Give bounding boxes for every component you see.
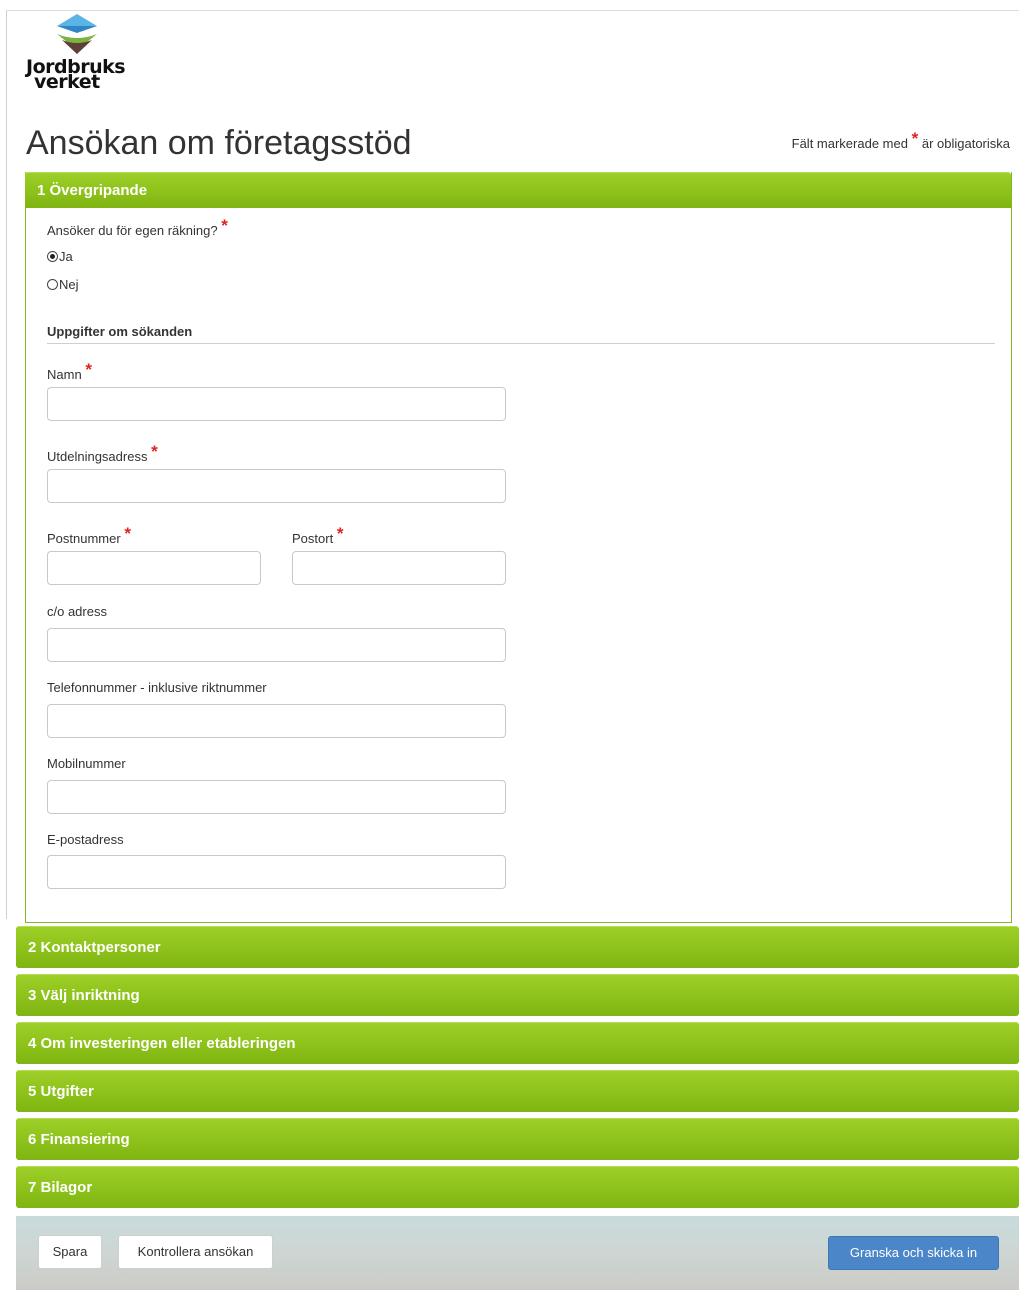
utdelningsadress-input[interactable] <box>47 469 506 503</box>
required-note: Fält markerade med * är obligatoriska <box>791 129 1010 153</box>
telefon-label: Telefonnummer - inklusive riktnummer <box>47 680 267 695</box>
radio-ja-indicator[interactable] <box>47 251 58 262</box>
review-and-submit-button[interactable]: Granska och skicka in <box>828 1236 999 1270</box>
section-6-header[interactable]: 6 Finansiering <box>16 1118 1019 1160</box>
namn-label: Namn * <box>47 360 92 384</box>
mobil-input[interactable] <box>47 780 506 814</box>
postort-label: Postort * <box>292 524 343 548</box>
telefon-input[interactable] <box>47 704 506 738</box>
required-star: * <box>336 524 344 543</box>
logo-wordmark: Jordbruks verket <box>26 58 126 92</box>
radio-nej-indicator[interactable] <box>47 279 58 290</box>
required-star: * <box>85 360 92 379</box>
section-4-header[interactable]: 4 Om investeringen eller etableringen <box>16 1022 1019 1064</box>
namn-label-text: Namn <box>47 367 82 382</box>
mobil-label: Mobilnummer <box>47 756 126 771</box>
section-3-header[interactable]: 3 Välj inriktning <box>16 974 1019 1016</box>
radio-ja-label: Ja <box>59 249 73 264</box>
postort-input[interactable] <box>292 551 506 585</box>
postort-label-text: Postort <box>292 531 334 546</box>
page-title: Ansökan om företagsstöd <box>26 124 412 162</box>
required-star: * <box>221 216 228 235</box>
section-7-header[interactable]: 7 Bilagor <box>16 1166 1019 1208</box>
postnummer-label: Postnummer * <box>47 524 131 548</box>
postnummer-label-text: Postnummer <box>47 531 121 546</box>
co-adress-label: c/o adress <box>47 604 107 619</box>
radio-nej-label: Nej <box>59 277 79 292</box>
epost-input[interactable] <box>47 855 506 889</box>
required-note-text: Fält markerade med <box>791 136 908 151</box>
self-account-question-label: Ansöker du för egen räkning? * <box>47 216 228 240</box>
namn-input[interactable] <box>47 387 506 421</box>
epost-label: E-postadress <box>47 832 124 847</box>
self-account-question: Ansöker du för egen räkning? <box>47 223 218 238</box>
check-application-button[interactable]: Kontrollera ansökan <box>118 1235 273 1269</box>
required-star: * <box>151 442 158 461</box>
save-button[interactable]: Spara <box>38 1235 102 1269</box>
divider <box>47 343 995 344</box>
section-1-header[interactable]: 1 Övergripande <box>25 172 1011 208</box>
required-star: * <box>911 129 919 148</box>
utdelningsadress-label-text: Utdelningsadress <box>47 449 148 464</box>
postnummer-input[interactable] <box>47 551 261 585</box>
applicant-subheading: Uppgifter om sökanden <box>47 324 193 339</box>
section-5-header[interactable]: 5 Utgifter <box>16 1070 1019 1112</box>
utdelningsadress-label: Utdelningsadress * <box>47 442 158 466</box>
required-star: * <box>124 524 131 543</box>
required-note-text-after: är obligatoriska <box>921 136 1010 151</box>
radio-ja[interactable]: Ja <box>47 249 73 264</box>
co-adress-input[interactable] <box>47 628 506 662</box>
radio-nej[interactable]: Nej <box>47 277 79 292</box>
section-2-header[interactable]: 2 Kontaktpersoner <box>16 926 1019 968</box>
